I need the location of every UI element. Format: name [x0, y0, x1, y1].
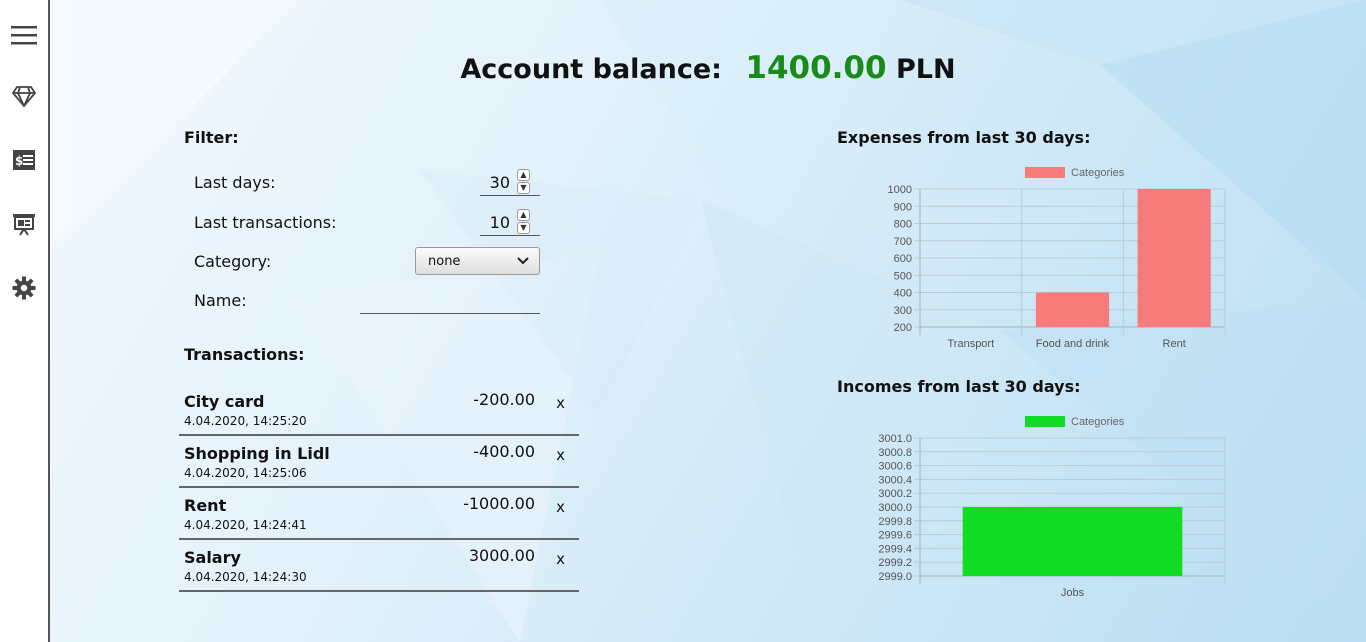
y-tick-label: 3001.0 [878, 433, 912, 445]
list-item: Shopping in Lidl 4.04.2020, 14:25:06 -40… [179, 436, 579, 488]
delete-transaction-button[interactable]: x [556, 498, 565, 516]
category-selected-value: none [428, 254, 461, 269]
y-tick-label: 2999.0 [878, 571, 912, 583]
legend-label: Categories [1071, 416, 1125, 428]
y-tick-label: 600 [894, 253, 912, 265]
legend-swatch [1025, 416, 1065, 427]
y-tick-label: 500 [894, 270, 912, 282]
y-tick-label: 1000 [888, 184, 912, 196]
expenses-chart-title: Expenses from last 30 days: [837, 128, 1091, 147]
last-days-stepper[interactable]: ▲ ▼ [517, 169, 530, 195]
delete-transaction-button[interactable]: x [556, 446, 565, 464]
category-label: Category: [194, 252, 272, 271]
balance-amount: 1400.00 [745, 50, 887, 86]
y-tick-label: 2999.4 [878, 543, 912, 555]
y-tick-label: 2999.2 [878, 557, 912, 569]
money-receipt-icon[interactable]: $ [9, 145, 39, 175]
balance-currency: PLN [895, 54, 956, 85]
y-tick-label: 3000.2 [878, 488, 912, 500]
list-item: Salary 4.04.2020, 14:24:30 3000.00 x [179, 540, 579, 592]
y-tick-label: 900 [894, 201, 912, 213]
last-transactions-label: Last transactions: [194, 213, 337, 232]
incomes-chart-title: Incomes from last 30 days: [837, 377, 1081, 396]
y-tick-label: 3000.6 [878, 461, 912, 473]
x-tick-label: Jobs [1061, 587, 1085, 599]
transaction-date: 4.04.2020, 14:24:30 [184, 570, 307, 584]
stepper-up-icon[interactable]: ▲ [517, 169, 530, 181]
hamburger-menu-icon[interactable] [9, 20, 39, 50]
y-tick-label: 700 [894, 236, 912, 248]
y-tick-label: 200 [894, 322, 912, 334]
category-select[interactable]: none [415, 247, 540, 275]
y-tick-label: 300 [894, 305, 912, 317]
transaction-amount: -200.00 [473, 390, 535, 409]
y-tick-label: 2999.6 [878, 530, 912, 542]
account-balance: Account balance: 1400.00 PLN [50, 50, 1366, 86]
svg-text:$: $ [15, 154, 23, 168]
y-tick-label: 2999.8 [878, 516, 912, 528]
y-tick-label: 800 [894, 219, 912, 231]
legend-swatch [1025, 167, 1065, 178]
delete-transaction-button[interactable]: x [556, 394, 565, 412]
stepper-up-icon[interactable]: ▲ [517, 209, 530, 221]
list-item: City card 4.04.2020, 14:25:20 -200.00 x [179, 384, 579, 436]
transactions-title: Transactions: [184, 345, 305, 364]
expenses-chart: Categories 1000 900 800 700 600 500 400 300 200 Tr… [888, 167, 1226, 350]
bar [1137, 189, 1211, 327]
bar [1035, 292, 1110, 327]
stepper-down-icon[interactable]: ▼ [517, 182, 530, 194]
x-tick-label: Transport [947, 338, 994, 350]
list-item: Rent 4.04.2020, 14:24:41 -1000.00 x [179, 488, 579, 540]
transaction-name: Shopping in Lidl [184, 444, 330, 463]
stepper-down-icon[interactable]: ▼ [517, 222, 530, 234]
last-transactions-value: 10 [489, 213, 510, 232]
transaction-name: Rent [184, 496, 227, 515]
transaction-date: 4.04.2020, 14:25:20 [184, 414, 307, 428]
y-tick-label: 400 [894, 288, 912, 300]
balance-label: Account balance: [460, 54, 722, 85]
name-input[interactable] [360, 287, 540, 314]
name-label: Name: [194, 291, 247, 310]
last-transactions-stepper[interactable]: ▲ ▼ [517, 209, 530, 235]
y-tick-label: 3000.0 [878, 502, 912, 514]
last-days-value: 30 [489, 173, 510, 192]
last-transactions-input[interactable]: 10 ▲ ▼ [480, 209, 540, 236]
x-tick-label: Rent [1163, 338, 1186, 350]
transaction-amount: -400.00 [473, 442, 535, 461]
transaction-amount: 3000.00 [468, 546, 535, 565]
legend-label: Categories [1071, 167, 1125, 179]
x-tick-label: Food and drink [1036, 338, 1110, 350]
transaction-amount: -1000.00 [463, 494, 535, 513]
gear-icon[interactable] [9, 273, 39, 303]
main-content: Account balance: 1400.00 PLN Filter: Las… [50, 0, 1366, 642]
transactions-list: City card 4.04.2020, 14:25:20 -200.00 x … [179, 384, 579, 592]
incomes-chart: Categories 3001.0 3000.8 3000.63000.4 3000.2… [878, 416, 1226, 599]
presentation-board-icon[interactable] [9, 209, 39, 239]
bar [962, 507, 1183, 576]
transaction-date: 4.04.2020, 14:24:41 [184, 518, 307, 532]
diamond-icon[interactable] [9, 81, 39, 111]
y-tick-label: 3000.8 [878, 447, 912, 459]
last-days-input[interactable]: 30 ▲ ▼ [480, 169, 540, 196]
sidebar: $ [0, 0, 50, 642]
transaction-name: Salary [184, 548, 241, 567]
transaction-name: City card [184, 392, 265, 411]
delete-transaction-button[interactable]: x [556, 550, 565, 568]
transaction-date: 4.04.2020, 14:25:06 [184, 466, 307, 480]
last-days-label: Last days: [194, 173, 276, 192]
filter-title: Filter: [184, 128, 239, 147]
y-tick-label: 3000.4 [878, 474, 912, 486]
chevron-down-icon [517, 255, 529, 270]
